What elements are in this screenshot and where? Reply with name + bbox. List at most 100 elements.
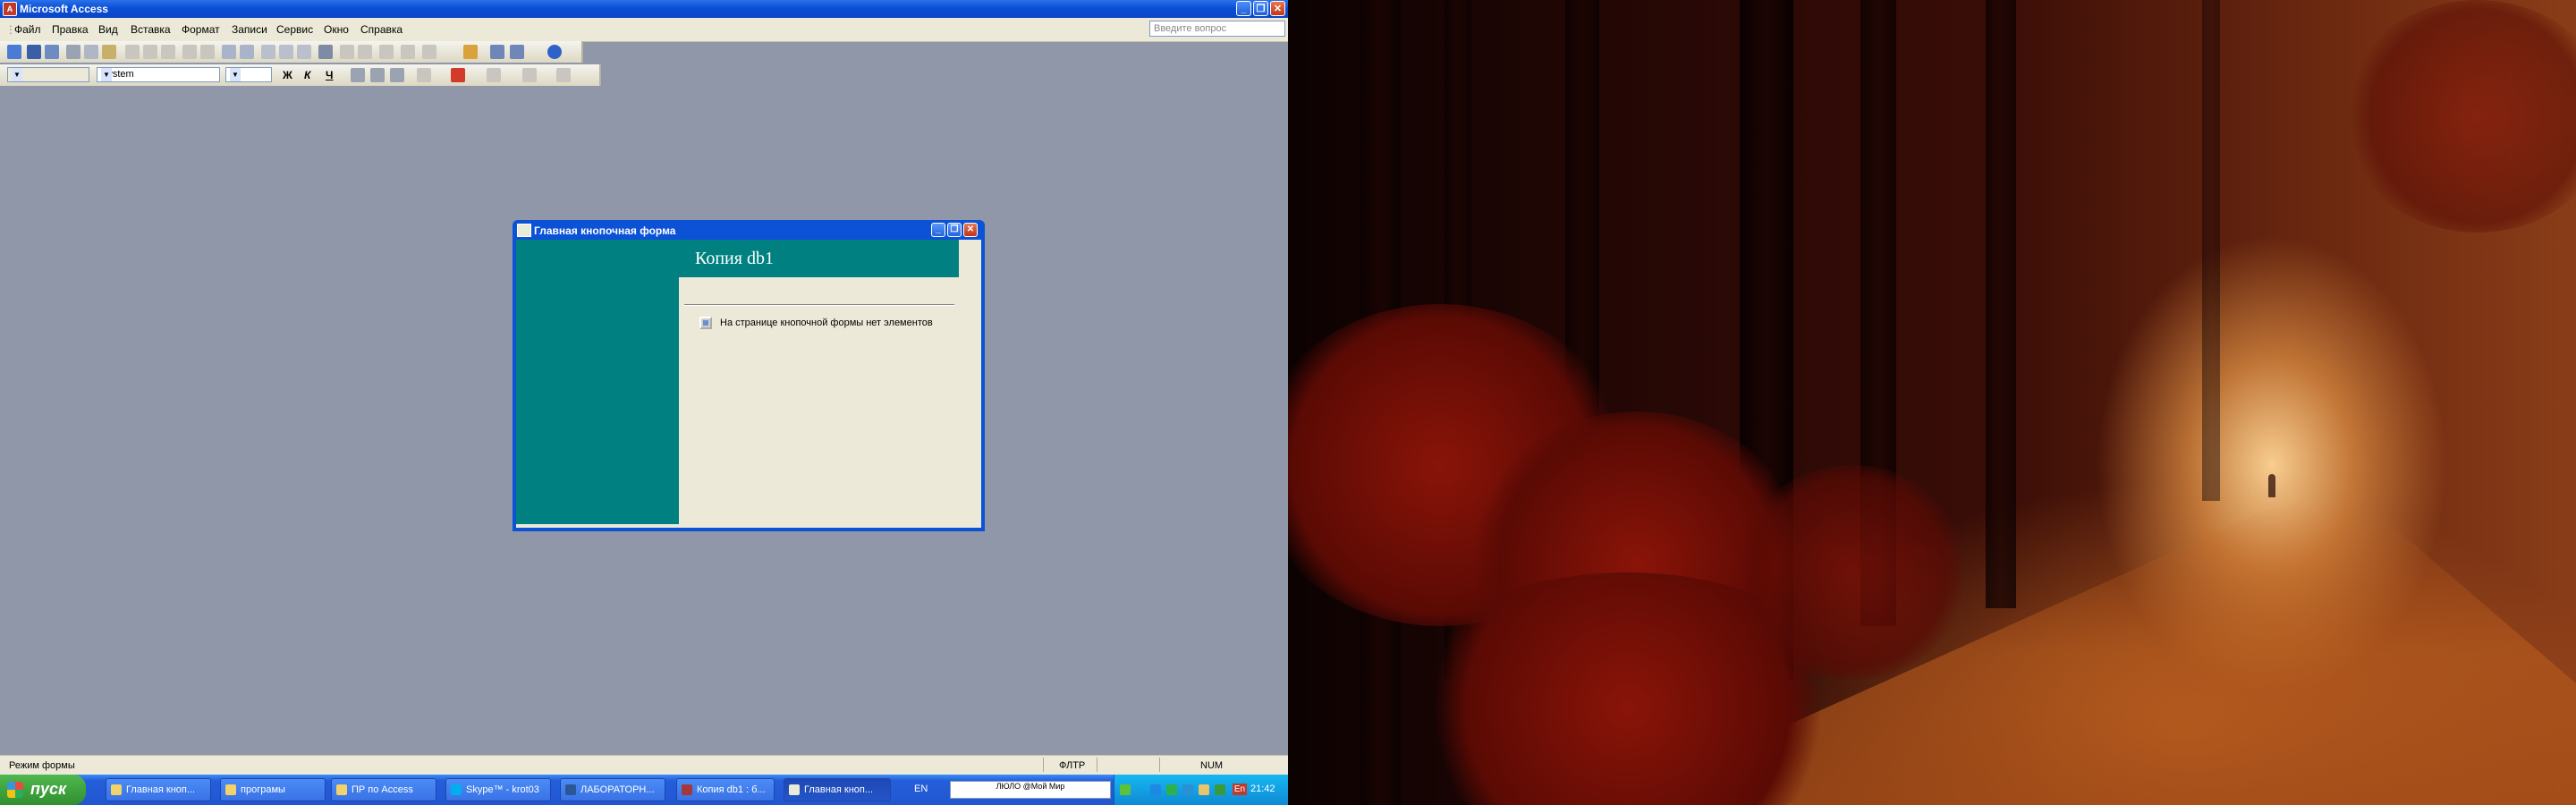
font-size-combo[interactable]: 10▼ [225,67,272,82]
keyboard-layout-badge[interactable]: En [1233,784,1247,795]
fill-color-icon[interactable] [417,68,431,82]
task-button[interactable]: Копия db1 : б... [676,778,775,801]
menu-records[interactable]: Записи [232,23,267,36]
search-toolbar[interactable]: ЛЮЛО @Мой Мир [950,781,1111,799]
line-color-icon[interactable] [487,68,501,82]
menu-edit[interactable]: Правка [52,23,89,36]
menu-view[interactable]: Вид [98,23,118,36]
underline-button[interactable]: Ч [326,69,333,81]
close-button[interactable]: ✕ [1270,1,1285,16]
safe-remove-icon[interactable] [1215,784,1225,795]
red-foliage [1735,465,1968,680]
chevron-down-icon: ▼ [12,68,22,81]
teal-side-panel [516,240,679,524]
walking-person [2268,474,2275,497]
new-record-icon[interactable] [340,45,354,59]
task-button[interactable]: Skype™ - krot03 [445,778,551,801]
bold-button[interactable]: Ж [283,69,292,81]
network-icon[interactable] [1150,784,1161,795]
search-icon[interactable] [45,45,59,59]
folder-icon [336,784,347,795]
undo-icon[interactable] [200,45,215,59]
form-title: Главная кнопочная форма [534,225,676,237]
antivirus-icon[interactable] [1166,784,1177,795]
delete-record-icon[interactable] [358,45,372,59]
object-selector[interactable]: ▼ [7,67,89,82]
print-icon[interactable] [66,45,80,59]
title-bar[interactable]: A Microsoft Access _ ❐ ✕ [0,0,1288,18]
help-question-input[interactable]: Введите вопрос [1149,21,1285,37]
form-title-bar[interactable]: Главная кнопочная форма _ ❐ ✕ [513,220,985,240]
save-icon[interactable] [27,45,41,59]
clock: 21:42 [1250,784,1275,794]
filter-icon[interactable] [261,45,275,59]
start-button[interactable]: пуск [0,775,86,805]
form-restore-button[interactable]: ❐ [947,223,962,237]
menu-format[interactable]: Формат [182,23,220,36]
align-center-icon[interactable] [370,68,385,82]
task-button-active[interactable]: Главная кноп... [784,778,891,801]
form-minimize-button[interactable]: _ [931,223,945,237]
apply-filter-icon[interactable] [297,45,311,59]
format-painter-icon[interactable] [182,45,197,59]
volume-icon[interactable] [1199,784,1209,795]
cut-icon[interactable] [125,45,140,59]
chevron-down-icon: ▼ [101,68,112,81]
task-button[interactable]: Главная кноп... [106,778,211,801]
menu-help[interactable]: Справка [360,23,402,36]
properties-icon[interactable] [379,45,394,59]
line-width-icon[interactable] [522,68,537,82]
filter-form-icon[interactable] [279,45,293,59]
search-toolbar-label: ЛЮЛО @Мой Мир [996,782,1065,791]
italic-button[interactable]: К [304,69,310,81]
task-button[interactable]: ЛАБОРАТОРН... [560,778,665,801]
skype-icon [451,784,462,795]
align-right-icon[interactable] [390,68,404,82]
task-button[interactable]: програмы [220,778,326,801]
align-left-icon[interactable] [351,68,365,82]
form-close-button[interactable]: ✕ [963,223,978,237]
restore-button[interactable]: ❐ [1253,1,1268,16]
status-mode: Режим формы [9,760,75,771]
divider [684,304,954,306]
skype-tray-icon[interactable] [1182,784,1193,795]
empty-switchboard-notice: На странице кнопочной формы нет элементо… [720,318,933,328]
database-icon[interactable] [490,45,504,59]
menu-tools[interactable]: Сервис [276,23,313,36]
help-icon[interactable] [547,45,562,59]
button-face-icon [703,320,708,326]
standard-toolbar [0,41,583,63]
menu-insert[interactable]: Вставка [131,23,171,36]
arrow-icon[interactable] [1120,784,1131,795]
font-name-combo[interactable]: System ▼ [97,67,220,82]
task-label: ЛАБОРАТОРН... [580,784,655,795]
copy-icon[interactable] [143,45,157,59]
task-label: ПР по Access [352,784,413,795]
new-object-icon[interactable] [422,45,436,59]
special-effect-icon[interactable] [556,68,571,82]
paste-icon[interactable] [161,45,175,59]
task-label: Главная кноп... [126,784,196,795]
new-object-dropdown-icon[interactable] [510,45,524,59]
sort-ascending-icon[interactable] [222,45,236,59]
menu-window[interactable]: Окно [324,23,349,36]
status-bar: Режим формы ФЛТР NUM [0,755,1288,775]
view-icon[interactable] [7,45,21,59]
red-foliage [2343,0,2576,233]
preview-icon[interactable] [84,45,98,59]
switchboard-heading: Копия db1 [695,249,774,268]
database-window-icon[interactable] [401,45,415,59]
language-indicator[interactable]: EN [914,784,928,794]
properties-sheet-icon[interactable] [463,45,478,59]
find-icon[interactable] [318,45,333,59]
form-icon [517,224,531,237]
sort-descending-icon[interactable] [240,45,254,59]
status-cell [1097,758,1160,772]
spelling-icon[interactable] [102,45,116,59]
task-button[interactable]: ПР по Access [331,778,436,801]
menu-file[interactable]: Файл [14,23,41,36]
switchboard-item-button[interactable] [699,317,712,329]
font-color-icon[interactable] [451,68,465,82]
minimize-button[interactable]: _ [1236,1,1251,16]
form-body: Копия db1 На странице кнопочной формы не… [516,240,981,528]
